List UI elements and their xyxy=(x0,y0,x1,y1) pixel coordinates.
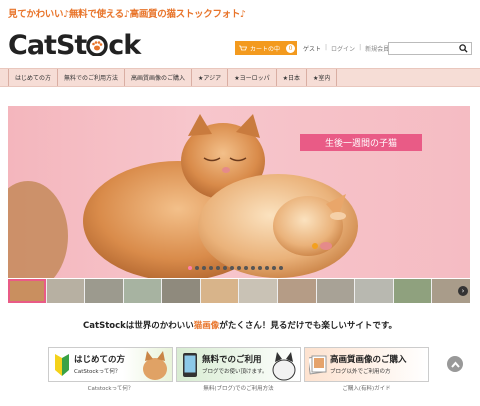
thumbnail-strip: › xyxy=(8,279,470,303)
main-nav: はじめての方 無料でのご利用方法 高画質画像のご購入 ★アジア ★ヨーロッパ ★… xyxy=(0,68,480,87)
paw-o-icon xyxy=(86,35,109,57)
banner-subtitle: CatStockって何？ xyxy=(74,369,121,375)
cat-photo-icon xyxy=(143,351,167,380)
nav-item-japan[interactable]: ★日本 xyxy=(275,69,306,86)
banner-subtitle: ブログでお使い頂けます。 xyxy=(202,369,268,375)
search-icon[interactable] xyxy=(459,44,468,53)
cart-count-badge: 0 xyxy=(286,43,296,53)
user-links: ゲスト | ログイン | 新規会員登録 xyxy=(303,44,401,53)
hero-caption: 生後一週間の子猫 xyxy=(300,134,422,151)
slider-dot[interactable] xyxy=(209,266,213,270)
slide-thumbnail[interactable] xyxy=(85,279,123,303)
slide-thumbnail[interactable] xyxy=(239,279,278,303)
intro-text-start: CatStockは世界のかわいい xyxy=(83,321,194,331)
photo-prints-icon xyxy=(309,355,327,375)
feature-banners: はじめての方 CatStockって何？ 無料でのご利用 ブログでお使い頂けます。… xyxy=(48,347,429,382)
next-arrow-icon[interactable]: › xyxy=(458,286,468,296)
slider-dot[interactable] xyxy=(216,266,220,270)
slider-dot[interactable] xyxy=(237,266,241,270)
banner-purchase[interactable]: 高画質画像のご購入 ブログ以外でご利用の方 xyxy=(304,347,429,382)
cart-button[interactable]: カートの中 0 xyxy=(235,41,297,55)
site-logo[interactable]: CatSt ck xyxy=(8,30,141,62)
banner-caption[interactable]: Catstockって何？ xyxy=(48,384,173,392)
banner-subtitle: ブログ以外でご利用の方 xyxy=(330,369,391,375)
nav-item-asia[interactable]: ★アジア xyxy=(191,69,227,86)
slider-dot[interactable] xyxy=(244,266,248,270)
logo-text: CatSt xyxy=(8,30,87,61)
nav-item-free-usage[interactable]: 無料でのご利用方法 xyxy=(57,69,124,86)
divider: | xyxy=(359,44,362,51)
search-input[interactable] xyxy=(388,42,472,55)
smartphone-icon xyxy=(183,353,197,377)
nav-item-europe[interactable]: ★ヨーロッパ xyxy=(227,69,275,86)
slider-dots xyxy=(188,266,283,270)
banner-caption[interactable]: ご購入(有料)ガイド xyxy=(304,384,429,392)
slide-thumbnail[interactable] xyxy=(123,279,162,303)
hero-slider[interactable]: 生後一週間の子猫 xyxy=(8,106,470,278)
nav-item-purchase[interactable]: 高画質画像のご購入 xyxy=(124,69,191,86)
intro-text-end: がたくさん！見るだけでも楽しいサイトです。 xyxy=(219,321,397,331)
slide-thumbnail[interactable] xyxy=(316,279,355,303)
slide-thumbnail[interactable] xyxy=(8,279,46,303)
nav-item-indoor[interactable]: ★室内 xyxy=(305,69,338,86)
slider-dot[interactable] xyxy=(279,266,283,270)
slider-dot[interactable] xyxy=(258,266,262,270)
slide-thumbnail[interactable] xyxy=(162,279,200,303)
intro-highlight: 猫画像 xyxy=(193,321,220,331)
banner-caption[interactable]: 無料(ブログ)でのご利用方法 xyxy=(176,384,301,392)
divider: | xyxy=(325,44,328,51)
cart-icon xyxy=(239,45,247,50)
banner-beginners[interactable]: はじめての方 CatStockって何？ xyxy=(48,347,173,382)
slider-dot[interactable] xyxy=(223,266,227,270)
logo-text-end: ck xyxy=(108,30,141,61)
slider-dot[interactable] xyxy=(272,266,276,270)
slide-thumbnail[interactable] xyxy=(200,279,239,303)
cat-photo-icon xyxy=(272,352,296,381)
slide-thumbnail[interactable] xyxy=(46,279,85,303)
banner-title: はじめての方 xyxy=(74,355,126,365)
slide-thumbnail[interactable] xyxy=(278,279,316,303)
intro-text: CatStockは世界のかわいい猫画像がたくさん！見るだけでも楽しいサイトです。 xyxy=(0,319,480,331)
slide-thumbnail[interactable] xyxy=(355,279,393,303)
guest-label: ゲスト xyxy=(303,46,322,53)
slide-thumbnail[interactable] xyxy=(393,279,432,303)
banner-free-usage[interactable]: 無料でのご利用 ブログでお使い頂けます。 xyxy=(176,347,301,382)
banner-title: 無料でのご利用 xyxy=(202,355,262,365)
banner-title: 高画質画像のご購入 xyxy=(330,355,407,365)
slider-dot[interactable] xyxy=(188,266,192,270)
chevron-up-icon xyxy=(450,360,460,368)
banner-captions: Catstockって何？ 無料(ブログ)でのご利用方法 ご購入(有料)ガイド xyxy=(48,384,429,392)
site-tagline: 見てかわいい♪無料で使える♪高画質の猫ストックフォト♪ xyxy=(8,9,246,20)
beginner-mark-icon xyxy=(55,354,69,376)
slider-dot[interactable] xyxy=(265,266,269,270)
cart-label: カートの中 xyxy=(250,45,281,53)
back-to-top-button[interactable] xyxy=(447,356,463,372)
hero-kittens-image xyxy=(8,114,358,278)
slider-dot[interactable] xyxy=(230,266,234,270)
nav-item-beginners[interactable]: はじめての方 xyxy=(8,69,57,86)
slider-dot[interactable] xyxy=(251,266,255,270)
login-link[interactable]: ログイン xyxy=(331,44,355,53)
slider-dot[interactable] xyxy=(195,266,199,270)
slider-dot[interactable] xyxy=(202,266,206,270)
